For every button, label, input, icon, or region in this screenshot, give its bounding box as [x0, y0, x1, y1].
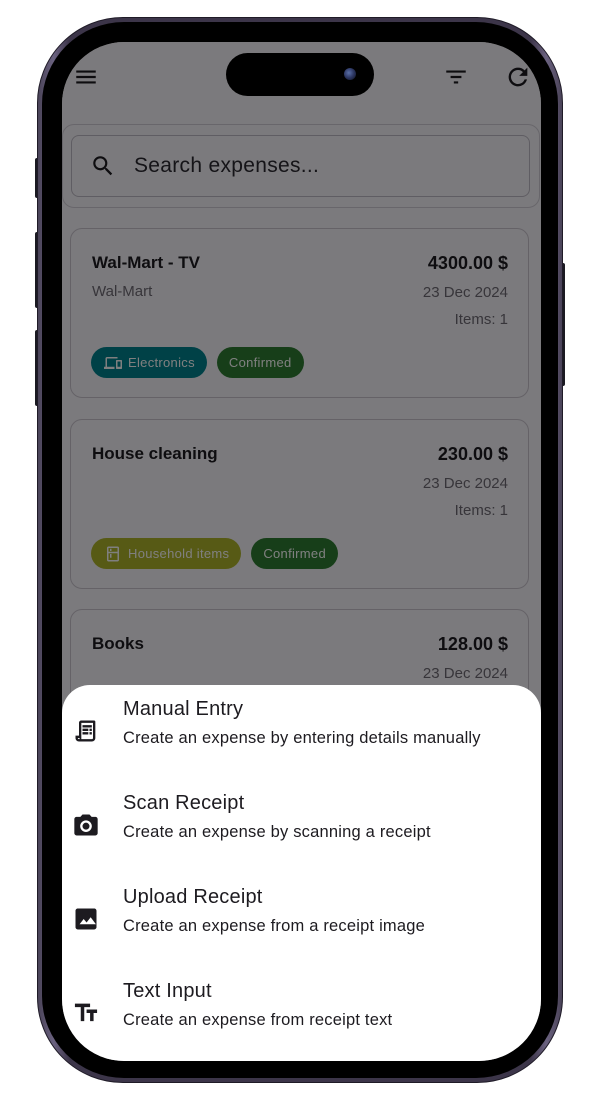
option-manual-entry[interactable]: Manual Entry Create an expense by enteri… — [62, 695, 541, 789]
option-subtitle: Create an expense from a receipt image — [123, 917, 426, 935]
camera-icon — [74, 814, 98, 836]
option-subtitle: Create an expense by entering details ma… — [123, 729, 481, 747]
front-camera — [344, 68, 356, 80]
option-subtitle: Create an expense from receipt text — [123, 1011, 393, 1029]
option-subtitle: Create an expense by scanning a receipt — [123, 823, 431, 841]
image-icon — [75, 908, 97, 930]
option-title: Manual Entry — [123, 698, 244, 720]
option-title: Upload Receipt — [123, 886, 263, 908]
option-text-input[interactable]: Text Input Create an expense from receip… — [62, 977, 541, 1061]
option-scan-receipt[interactable]: Scan Receipt Create an expense by scanni… — [62, 789, 541, 883]
device-stage: Wal-Mart - TV Wal-Mart 4300.00 $ 23 Dec … — [0, 0, 600, 1100]
option-title: Text Input — [123, 980, 212, 1002]
option-upload-receipt[interactable]: Upload Receipt Create an expense from a … — [62, 883, 541, 977]
add-expense-bottom-sheet: Manual Entry Create an expense by enteri… — [62, 685, 541, 1061]
receipt-icon — [75, 720, 96, 742]
dynamic-island — [226, 53, 374, 96]
phone-screen: Wal-Mart - TV Wal-Mart 4300.00 $ 23 Dec … — [62, 42, 541, 1061]
text-fields-icon — [74, 1003, 98, 1022]
option-title: Scan Receipt — [123, 792, 245, 814]
